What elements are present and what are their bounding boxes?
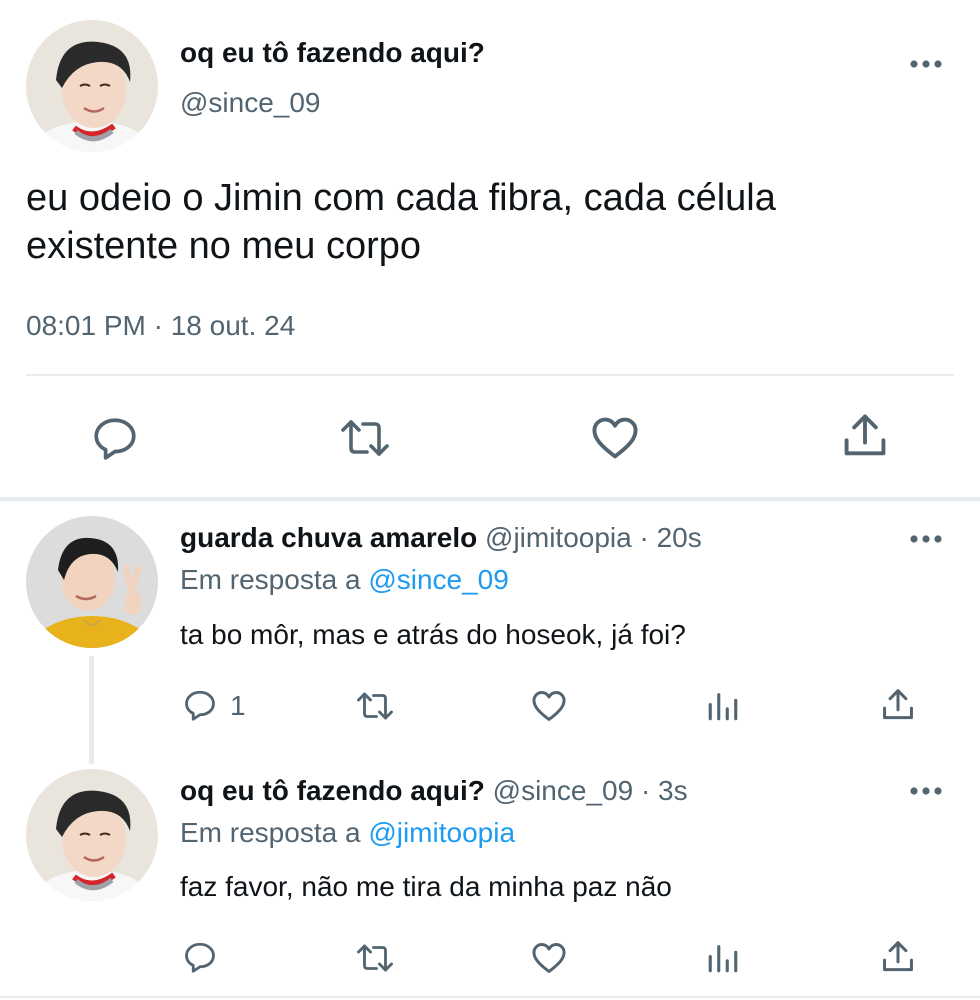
tweet-text: ta bo môr, mas e atrás do hoseok, já foi… <box>180 619 686 650</box>
reply-to-link[interactable]: @since_09 <box>368 564 509 595</box>
section-divider <box>0 497 980 501</box>
retweet-icon[interactable] <box>354 688 396 724</box>
more-horizontal-icon[interactable] <box>906 531 946 547</box>
reply-context: Em resposta a @since_09 <box>180 564 509 596</box>
share-icon[interactable] <box>839 410 891 462</box>
share-icon[interactable] <box>879 686 917 724</box>
timestamp[interactable]: 08:01 PM · 18 out. 24 <box>26 310 295 342</box>
reply-prefix: Em resposta a <box>180 817 361 848</box>
reply-icon[interactable] <box>182 939 218 975</box>
reply-header: guarda chuva amarelo @jimitoopia · 20s <box>180 522 702 554</box>
tweet-text: faz favor, não me tira da minha paz não <box>180 871 672 902</box>
handle-time[interactable]: @since_09 · 3s <box>493 775 688 806</box>
reply-icon[interactable] <box>182 687 218 723</box>
reply-prefix: Em resposta a <box>180 564 361 595</box>
analytics-icon[interactable] <box>706 940 740 976</box>
handle[interactable]: @since_09 <box>180 87 321 119</box>
avatar[interactable] <box>26 516 158 648</box>
divider <box>26 374 954 376</box>
retweet-icon[interactable] <box>354 940 396 976</box>
more-horizontal-icon[interactable] <box>906 783 946 799</box>
reply-count: 1 <box>230 690 246 721</box>
tweet-text: eu odeio o Jimin com cada fibra, cada cé… <box>26 177 776 267</box>
like-icon[interactable] <box>530 687 568 725</box>
thread-connector <box>89 656 94 764</box>
avatar[interactable] <box>26 769 158 901</box>
reply-to-link[interactable]: @jimitoopia <box>368 817 515 848</box>
like-icon[interactable] <box>589 412 641 464</box>
reply-icon[interactable] <box>90 413 140 463</box>
analytics-icon[interactable] <box>706 688 740 724</box>
more-horizontal-icon[interactable] <box>906 56 946 72</box>
display-name[interactable]: oq eu tô fazendo aqui? <box>180 37 485 69</box>
like-icon[interactable] <box>530 939 568 977</box>
display-name[interactable]: guarda chuva amarelo <box>180 522 477 553</box>
reply-header: oq eu tô fazendo aqui? @since_09 · 3s <box>180 775 688 807</box>
reply-context: Em resposta a @jimitoopia <box>180 817 515 849</box>
bottom-divider <box>0 996 980 998</box>
share-icon[interactable] <box>879 938 917 976</box>
handle-time[interactable]: @jimitoopia · 20s <box>485 522 702 553</box>
retweet-icon[interactable] <box>337 413 393 463</box>
avatar[interactable] <box>26 20 158 152</box>
display-name[interactable]: oq eu tô fazendo aqui? <box>180 775 485 806</box>
